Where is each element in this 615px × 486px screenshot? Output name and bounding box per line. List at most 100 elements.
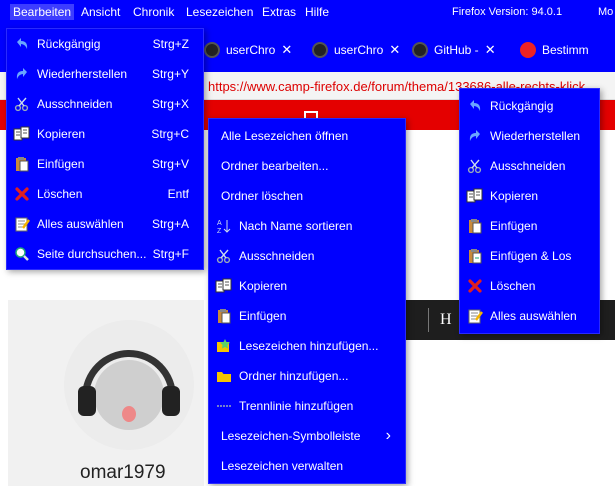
bookmark-menu-item[interactable]: Alle Lesezeichen öffnen bbox=[209, 121, 405, 151]
menu-lesezeichen[interactable]: Lesezeichen bbox=[186, 5, 253, 19]
bookmark-menu-item-label: Alle Lesezeichen öffnen bbox=[221, 129, 349, 143]
bookmark-menu-item-label: Ordner hinzufügen... bbox=[239, 369, 349, 383]
bookmark-menu-item[interactable]: Ausschneiden bbox=[209, 241, 405, 271]
redo-icon bbox=[13, 65, 31, 83]
context-menu-item[interactable]: Ausschneiden bbox=[460, 151, 599, 181]
close-icon[interactable]: ✕ bbox=[389, 42, 400, 58]
context-menu-item[interactable]: Rückgängig bbox=[460, 91, 599, 121]
edit-menu-item[interactable]: Rückgängig Strg+Z bbox=[7, 29, 203, 59]
menu-bar: Bearbeiten Ansicht Chronik Lesezeichen E… bbox=[0, 0, 615, 26]
menu-ansicht[interactable]: Ansicht bbox=[81, 5, 120, 19]
shortcut-label: Strg+Z bbox=[152, 37, 189, 51]
shortcut-label: Strg+A bbox=[151, 217, 189, 231]
edit-menu-item[interactable]: Ausschneiden Strg+X bbox=[7, 89, 203, 119]
edit-menu-item-label: Alles auswählen bbox=[37, 217, 124, 231]
avatar-mouth bbox=[122, 406, 136, 422]
username[interactable]: omar1979 bbox=[80, 462, 166, 484]
bookmark-menu-item-label: Trennlinie hinzufügen bbox=[239, 399, 354, 413]
scissors-icon bbox=[215, 247, 233, 265]
delete-icon bbox=[13, 185, 31, 203]
github-icon bbox=[312, 42, 328, 58]
separator-icon bbox=[215, 397, 233, 415]
menu-chronik[interactable]: Chronik bbox=[133, 5, 174, 19]
shortcut-label: Strg+X bbox=[151, 97, 189, 111]
bookmark-menu-item-label: Lesezeichen hinzufügen... bbox=[239, 339, 379, 353]
bookmark-menu-item-label: Einfügen bbox=[239, 309, 287, 323]
bookmark-context-menu: Alle Lesezeichen öffnen Ordner bearbeiten… bbox=[208, 118, 406, 484]
bookmark-menu-item[interactable]: A Z Nach Name sortieren bbox=[209, 211, 405, 241]
profile-card bbox=[8, 300, 204, 486]
menu-extras[interactable]: Extras bbox=[262, 5, 296, 19]
context-menu-item[interactable]: Alles auswählen bbox=[460, 301, 599, 331]
bookmark-menu-item[interactable]: Lesezeichen hinzufügen... bbox=[209, 331, 405, 361]
svg-text:Z: Z bbox=[217, 228, 222, 234]
edit-menu: Rückgängig Strg+Z Wiederherstellen Strg+Y Au… bbox=[6, 28, 204, 270]
bookmark-menu-item-label: Ordner bearbeiten... bbox=[221, 159, 329, 173]
paste-icon bbox=[466, 217, 484, 235]
menu-hilfe[interactable]: Hilfe bbox=[305, 5, 329, 19]
context-menu-item-label: Kopieren bbox=[490, 189, 539, 203]
edit-menu-item[interactable]: Löschen Entf bbox=[7, 179, 203, 209]
context-menu-item[interactable]: Kopieren bbox=[460, 181, 599, 211]
context-menu-item[interactable]: Wiederherstellen bbox=[460, 121, 599, 151]
delete-icon bbox=[466, 277, 484, 295]
bookmark-menu-item[interactable]: Kopieren bbox=[209, 271, 405, 301]
bookmark-menu-item[interactable]: Lesezeichen-Symbolleiste › bbox=[209, 421, 405, 451]
sort-icon: AZ bbox=[215, 217, 233, 235]
context-menu-item-label: Einfügen & Los bbox=[490, 249, 572, 263]
copy-icon bbox=[466, 187, 484, 205]
firefox-version-label: Firefox Version: 94.0.1 bbox=[452, 6, 563, 18]
paste-icon bbox=[215, 307, 233, 325]
context-menu-item-label: Einfügen bbox=[490, 219, 538, 233]
context-menu-item[interactable]: Einfügen & Los bbox=[460, 241, 599, 271]
edit-menu-item[interactable]: Alles auswählen Strg+A bbox=[7, 209, 203, 239]
shortcut-label: Strg+C bbox=[151, 127, 189, 141]
bookmark-menu-item[interactable]: Einfügen bbox=[209, 301, 405, 331]
text-context-menu: Rückgängig Wiederherstellen Ausschneiden Ko… bbox=[459, 88, 600, 334]
chevron-right-icon: › bbox=[385, 427, 391, 444]
search-icon bbox=[13, 245, 31, 263]
paste-icon bbox=[13, 155, 31, 173]
context-menu-item-label: Löschen bbox=[490, 279, 536, 293]
context-menu-item-label: Alles auswählen bbox=[490, 309, 577, 323]
headphone-right bbox=[162, 386, 180, 416]
tab-bestimm[interactable]: Bestimm bbox=[520, 40, 589, 60]
tab-label: GitHub - bbox=[434, 43, 479, 57]
redo-icon bbox=[466, 127, 484, 145]
edit-menu-item-label: Seite durchsuchen... bbox=[37, 247, 147, 261]
firefox-icon bbox=[520, 42, 536, 58]
tab-userchrome-1[interactable]: userChro ✕ bbox=[204, 40, 292, 60]
tab-userchrome-2[interactable]: userChro ✕ bbox=[312, 40, 400, 60]
context-menu-item-label: Wiederherstellen bbox=[490, 129, 581, 143]
bookmark-menu-item[interactable]: Ordner bearbeiten... bbox=[209, 151, 405, 181]
bookmark-menu-item[interactable]: Ordner löschen bbox=[209, 181, 405, 211]
avatar[interactable] bbox=[64, 320, 194, 450]
undo-icon bbox=[466, 97, 484, 115]
tab-label: userChro bbox=[334, 43, 384, 57]
scissors-icon bbox=[466, 157, 484, 175]
close-icon[interactable]: ✕ bbox=[485, 42, 496, 58]
select-all-icon bbox=[13, 215, 31, 233]
context-menu-item[interactable]: Löschen bbox=[460, 271, 599, 301]
bookmark-menu-item[interactable]: Trennlinie hinzufügen bbox=[209, 391, 405, 421]
menu-bearbeiten[interactable]: Bearbeiten bbox=[10, 4, 75, 20]
tab-label: Bestimm bbox=[542, 43, 589, 57]
context-menu-item[interactable]: Einfügen bbox=[460, 211, 599, 241]
edit-menu-item[interactable]: Einfügen Strg+V bbox=[7, 149, 203, 179]
github-icon bbox=[204, 42, 220, 58]
edit-menu-item-label: Einfügen bbox=[37, 157, 85, 171]
tab-github[interactable]: GitHub - ✕ bbox=[412, 40, 496, 60]
bookmark-menu-item[interactable]: Ordner hinzufügen... bbox=[209, 361, 405, 391]
edit-menu-item[interactable]: Wiederherstellen Strg+Y bbox=[7, 59, 203, 89]
bookmark-menu-item[interactable]: Lesezeichen verwalten bbox=[209, 451, 405, 481]
context-menu-item-label: Ausschneiden bbox=[490, 159, 566, 173]
nav-item[interactable]: H bbox=[440, 311, 452, 329]
edit-menu-item-label: Wiederherstellen bbox=[37, 67, 128, 81]
bookmark-menu-item-label: Kopieren bbox=[239, 279, 288, 293]
shortcut-label: Strg+Y bbox=[151, 67, 189, 81]
close-icon[interactable]: ✕ bbox=[281, 42, 292, 58]
edit-menu-item[interactable]: Kopieren Strg+C bbox=[7, 119, 203, 149]
bookmark-menu-item-label: Lesezeichen verwalten bbox=[221, 459, 344, 473]
edit-menu-item[interactable]: Seite durchsuchen... Strg+F bbox=[7, 239, 203, 269]
tab-label: userChro bbox=[226, 43, 276, 57]
